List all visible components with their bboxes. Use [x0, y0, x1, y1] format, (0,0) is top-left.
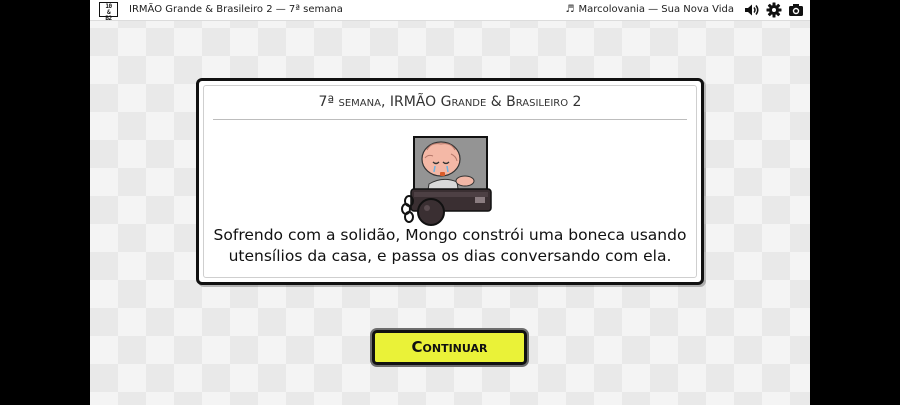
ball-and-chain-icon [401, 188, 492, 226]
continue-button[interactable]: Continuar [372, 330, 527, 365]
game-screen: 10 & B2 IRMÃO Grande & Brasileiro 2 — 7ª… [90, 0, 810, 405]
game-logo: 10 & B2 [99, 2, 118, 22]
game-title: IRMÃO Grande & Brasileiro 2 — 7ª semana [129, 4, 343, 15]
panel-title: 7ª semana, IRMÃO Grande & Brasileiro 2 [318, 94, 582, 110]
title-divider [213, 119, 687, 120]
event-panel: 7ª semana, IRMÃO Grande & Brasileiro 2 S… [196, 78, 704, 285]
event-description: Sofrendo com a solidão, Mongo constrói u… [213, 226, 687, 265]
music-track: Marcolovania — Sua Nova Vida [578, 4, 735, 15]
now-playing: ♬ Marcolovania — Sua Nova Vida [566, 4, 734, 15]
logo-line-3: B2 [105, 15, 112, 22]
speaker-icon[interactable] [744, 2, 760, 18]
music-note-icon: ♬ [565, 4, 575, 15]
top-bar: 10 & B2 IRMÃO Grande & Brasileiro 2 — 7ª… [90, 0, 810, 22]
gear-icon[interactable] [766, 2, 782, 18]
camera-icon[interactable] [788, 2, 804, 18]
